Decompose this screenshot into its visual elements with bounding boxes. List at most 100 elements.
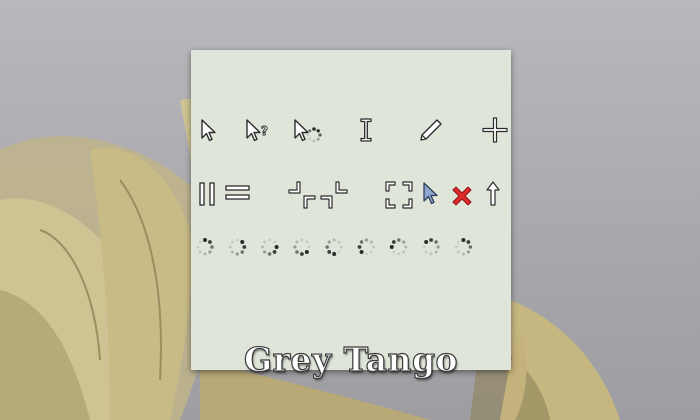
spinner-dot bbox=[369, 240, 373, 244]
spinner-dot bbox=[402, 250, 406, 254]
blue-pointer-cursor-icon bbox=[423, 182, 438, 205]
cursor-theme-preview-panel: ? Grey Tango bbox=[191, 50, 511, 380]
spinner-dot bbox=[365, 252, 368, 256]
spinner-dot bbox=[429, 238, 433, 242]
spinner-dot bbox=[457, 250, 460, 254]
spinner-dot bbox=[397, 238, 401, 242]
spinner-dot bbox=[272, 250, 277, 254]
crosshair-cursor-icon bbox=[482, 117, 508, 143]
spinner-dot bbox=[295, 240, 299, 244]
spinner-dot bbox=[305, 240, 309, 244]
spinner-dot bbox=[391, 240, 396, 244]
spinner-dot bbox=[461, 252, 465, 256]
spinner-dot bbox=[337, 240, 341, 244]
spinner-dot bbox=[457, 240, 460, 244]
spinner-dot bbox=[404, 245, 408, 249]
spinner-dot bbox=[422, 245, 426, 249]
spinner-dot bbox=[208, 240, 212, 244]
spinner-dot bbox=[273, 240, 276, 244]
spinner-dot bbox=[455, 245, 458, 249]
spinner-dot bbox=[337, 250, 341, 254]
spinner-dot bbox=[466, 240, 471, 244]
spinner-dot bbox=[198, 250, 202, 254]
spinner-dot bbox=[295, 250, 299, 254]
spinner-dot bbox=[228, 245, 232, 249]
spinner-dot bbox=[434, 240, 438, 244]
spinner-dot bbox=[429, 252, 433, 256]
spinner-dot bbox=[327, 250, 332, 254]
spinner-dot bbox=[327, 240, 331, 244]
spinner-dot bbox=[261, 245, 265, 249]
spinner-dot bbox=[263, 240, 267, 244]
spinner-dot bbox=[468, 245, 473, 249]
spinner-dot bbox=[370, 250, 373, 254]
svg-text:?: ? bbox=[261, 124, 268, 138]
row-resize-cursor-icon bbox=[225, 185, 250, 200]
spinner-dot bbox=[424, 250, 428, 254]
spinner-dot bbox=[424, 240, 429, 245]
spinner-dot bbox=[196, 245, 200, 249]
spinner-frame bbox=[325, 238, 343, 256]
column-resize-cursor-icon bbox=[199, 182, 215, 206]
busy-spinner-frames bbox=[196, 238, 473, 256]
spinner-dot bbox=[230, 250, 234, 254]
spinner-dot bbox=[304, 249, 309, 254]
spinner-dot bbox=[392, 250, 396, 254]
spinner-dot bbox=[208, 250, 212, 254]
spinner-frame bbox=[196, 238, 214, 256]
corner-resize-cursor-icon bbox=[288, 181, 316, 209]
spinner-dot bbox=[267, 252, 272, 256]
spinner-dot bbox=[332, 238, 336, 242]
spinner-frame bbox=[389, 238, 408, 256]
spinner-dot bbox=[210, 245, 214, 249]
spinner-dot bbox=[274, 245, 279, 249]
spinner-dot bbox=[359, 249, 364, 254]
spinner-frame bbox=[228, 238, 247, 256]
spinner-dot bbox=[235, 238, 239, 242]
spinner-frame bbox=[293, 238, 311, 256]
forbidden-x-cursor-icon bbox=[452, 186, 472, 206]
spinner-dot bbox=[300, 238, 304, 242]
spinner-dot bbox=[203, 252, 207, 256]
spinner-frame bbox=[455, 238, 473, 256]
spinner-dot bbox=[268, 238, 271, 242]
spinner-dot bbox=[325, 245, 329, 249]
spinner-frame bbox=[261, 238, 279, 256]
spinner-dot bbox=[332, 252, 337, 256]
mini-spinner bbox=[306, 127, 322, 143]
left-arrow-cursor-icon bbox=[201, 119, 216, 142]
spinner-dot bbox=[235, 252, 239, 256]
spinner-dot bbox=[242, 245, 247, 249]
progress-arrow-cursor-icon bbox=[294, 119, 322, 143]
spinner-dot bbox=[293, 245, 297, 249]
spinner-dot bbox=[240, 240, 245, 245]
spinner-frame bbox=[357, 238, 375, 256]
up-arrow-cursor-icon bbox=[486, 181, 500, 206]
spinner-dot bbox=[240, 250, 244, 254]
spinner-dot bbox=[397, 252, 401, 256]
spinner-dot bbox=[203, 238, 207, 242]
text-ibeam-cursor-icon bbox=[360, 118, 372, 142]
spinner-dot bbox=[434, 250, 438, 254]
spinner-dot bbox=[339, 245, 343, 249]
theme-title: Grey Tango bbox=[243, 339, 459, 379]
help-arrow-cursor-icon: ? bbox=[246, 119, 268, 142]
spinner-frame bbox=[422, 238, 440, 256]
spinner-dot bbox=[307, 245, 311, 249]
pencil-cursor-icon bbox=[420, 119, 442, 141]
spinner-dot bbox=[372, 245, 375, 249]
corner-resize-alt-cursor-icon bbox=[320, 181, 348, 209]
spinner-dot bbox=[461, 238, 466, 242]
spinner-dot bbox=[402, 240, 406, 244]
spinner-dot bbox=[436, 245, 440, 249]
spinner-dot bbox=[364, 238, 369, 242]
spinner-dot bbox=[389, 245, 394, 249]
spinner-dot bbox=[230, 240, 234, 244]
spinner-dot bbox=[263, 250, 267, 254]
fullscreen-cursor-icon bbox=[385, 181, 413, 209]
spinner-dot bbox=[359, 240, 364, 244]
spinner-dot bbox=[357, 245, 362, 249]
spinner-dot bbox=[466, 250, 470, 254]
spinner-dot bbox=[198, 240, 202, 244]
spinner-dot bbox=[300, 252, 304, 256]
